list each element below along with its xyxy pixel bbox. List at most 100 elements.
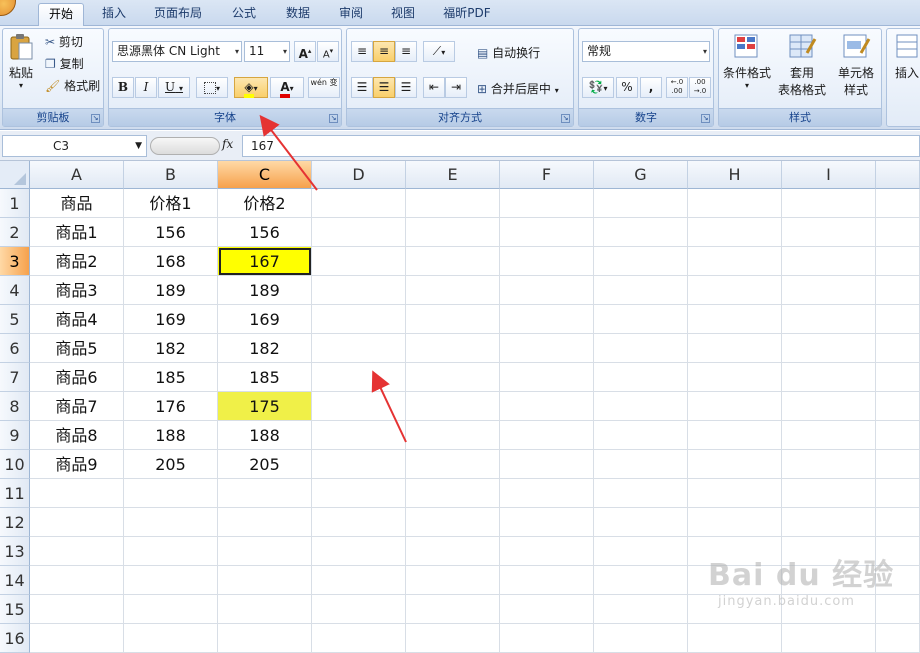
decrease-decimal-button[interactable]: .00 →.0 bbox=[689, 77, 711, 98]
cell-A7[interactable]: 商品6 bbox=[30, 363, 124, 392]
cell-F2[interactable] bbox=[500, 218, 594, 247]
alignment-launcher-icon[interactable]: ↘ bbox=[561, 114, 570, 123]
cell-B2[interactable]: 156 bbox=[124, 218, 218, 247]
cell-F1[interactable] bbox=[500, 189, 594, 218]
cell-C3[interactable]: 167 bbox=[218, 247, 312, 276]
cell-H12[interactable] bbox=[688, 508, 782, 537]
cell-F15[interactable] bbox=[500, 595, 594, 624]
font-launcher-icon[interactable]: ↘ bbox=[329, 114, 338, 123]
cell-B12[interactable] bbox=[124, 508, 218, 537]
tab-5[interactable]: 审阅 bbox=[326, 3, 376, 26]
cell-D10[interactable] bbox=[312, 450, 406, 479]
cell-H2[interactable] bbox=[688, 218, 782, 247]
align-bottom-button[interactable]: ≡ bbox=[395, 41, 417, 62]
cell-B5[interactable]: 169 bbox=[124, 305, 218, 334]
row-header-13[interactable]: 13 bbox=[0, 537, 30, 566]
cell-H8[interactable] bbox=[688, 392, 782, 421]
borders-button[interactable]: ▾ bbox=[196, 77, 228, 98]
accounting-format-button[interactable]: 💱▾ bbox=[582, 77, 614, 98]
cell-overflow[interactable] bbox=[876, 305, 920, 334]
cell-H3[interactable] bbox=[688, 247, 782, 276]
cell-C13[interactable] bbox=[218, 537, 312, 566]
tab-4[interactable]: 数据 bbox=[272, 3, 324, 26]
cell-styles-button[interactable]: 单元格 样式 bbox=[831, 33, 881, 98]
italic-button[interactable]: I bbox=[135, 77, 157, 98]
cell-C7[interactable]: 185 bbox=[218, 363, 312, 392]
insert-function-icon[interactable]: fx bbox=[222, 137, 233, 151]
cell-E5[interactable] bbox=[406, 305, 500, 334]
row-header-7[interactable]: 7 bbox=[0, 363, 30, 392]
cell-I2[interactable] bbox=[782, 218, 876, 247]
cell-H5[interactable] bbox=[688, 305, 782, 334]
cell-A6[interactable]: 商品5 bbox=[30, 334, 124, 363]
bold-button[interactable]: B bbox=[112, 77, 134, 98]
merge-center-button[interactable]: ⊞ 合并后居中 ▾ bbox=[477, 80, 559, 97]
cell-H16[interactable] bbox=[688, 624, 782, 653]
cell-D1[interactable] bbox=[312, 189, 406, 218]
column-header-C[interactable]: C bbox=[218, 161, 312, 189]
row-header-5[interactable]: 5 bbox=[0, 305, 30, 334]
tab-0[interactable]: 开始 bbox=[38, 3, 84, 27]
row-header-3[interactable]: 3 bbox=[0, 247, 30, 276]
cell-F8[interactable] bbox=[500, 392, 594, 421]
cell-D6[interactable] bbox=[312, 334, 406, 363]
cell-B13[interactable] bbox=[124, 537, 218, 566]
cell-G10[interactable] bbox=[594, 450, 688, 479]
cell-overflow[interactable] bbox=[876, 508, 920, 537]
cell-D15[interactable] bbox=[312, 595, 406, 624]
font-size-combo[interactable]: 11 ▾ bbox=[244, 41, 290, 62]
cell-E13[interactable] bbox=[406, 537, 500, 566]
cell-I8[interactable] bbox=[782, 392, 876, 421]
cell-A13[interactable] bbox=[30, 537, 124, 566]
cell-I6[interactable] bbox=[782, 334, 876, 363]
cell-G13[interactable] bbox=[594, 537, 688, 566]
column-header-D[interactable]: D bbox=[312, 161, 406, 189]
cell-overflow[interactable] bbox=[876, 566, 920, 595]
cell-I1[interactable] bbox=[782, 189, 876, 218]
cell-E1[interactable] bbox=[406, 189, 500, 218]
cell-D3[interactable] bbox=[312, 247, 406, 276]
row-header-6[interactable]: 6 bbox=[0, 334, 30, 363]
cell-I5[interactable] bbox=[782, 305, 876, 334]
tab-3[interactable]: 公式 bbox=[218, 3, 270, 26]
cell-C15[interactable] bbox=[218, 595, 312, 624]
cell-H9[interactable] bbox=[688, 421, 782, 450]
cell-overflow[interactable] bbox=[876, 479, 920, 508]
cell-B9[interactable]: 188 bbox=[124, 421, 218, 450]
row-header-16[interactable]: 16 bbox=[0, 624, 30, 653]
row-header-15[interactable]: 15 bbox=[0, 595, 30, 624]
cell-F9[interactable] bbox=[500, 421, 594, 450]
cell-G16[interactable] bbox=[594, 624, 688, 653]
cell-C6[interactable]: 182 bbox=[218, 334, 312, 363]
cell-H10[interactable] bbox=[688, 450, 782, 479]
cell-B14[interactable] bbox=[124, 566, 218, 595]
cell-E9[interactable] bbox=[406, 421, 500, 450]
cell-E2[interactable] bbox=[406, 218, 500, 247]
insert-cells-button[interactable]: 插入 bbox=[889, 33, 920, 81]
cell-I9[interactable] bbox=[782, 421, 876, 450]
phonetic-button[interactable]: wén 变 bbox=[308, 77, 340, 98]
cell-E7[interactable] bbox=[406, 363, 500, 392]
cell-B8[interactable]: 176 bbox=[124, 392, 218, 421]
cell-D12[interactable] bbox=[312, 508, 406, 537]
cell-I3[interactable] bbox=[782, 247, 876, 276]
cell-F11[interactable] bbox=[500, 479, 594, 508]
cell-A3[interactable]: 商品2 bbox=[30, 247, 124, 276]
cell-overflow[interactable] bbox=[876, 189, 920, 218]
row-header-11[interactable]: 11 bbox=[0, 479, 30, 508]
cell-E11[interactable] bbox=[406, 479, 500, 508]
cell-B3[interactable]: 168 bbox=[124, 247, 218, 276]
fill-color-button[interactable]: ◈▾ bbox=[234, 77, 268, 98]
formula-input[interactable]: 167 bbox=[242, 135, 920, 157]
cell-F3[interactable] bbox=[500, 247, 594, 276]
percent-button[interactable]: % bbox=[616, 77, 638, 98]
cell-H11[interactable] bbox=[688, 479, 782, 508]
clipboard-launcher-icon[interactable]: ↘ bbox=[91, 114, 100, 123]
cell-A12[interactable] bbox=[30, 508, 124, 537]
cell-B1[interactable]: 价格1 bbox=[124, 189, 218, 218]
copy-button[interactable]: ❐ 复制 bbox=[45, 55, 84, 72]
cell-G11[interactable] bbox=[594, 479, 688, 508]
cell-B10[interactable]: 205 bbox=[124, 450, 218, 479]
cell-F12[interactable] bbox=[500, 508, 594, 537]
cell-overflow[interactable] bbox=[876, 421, 920, 450]
